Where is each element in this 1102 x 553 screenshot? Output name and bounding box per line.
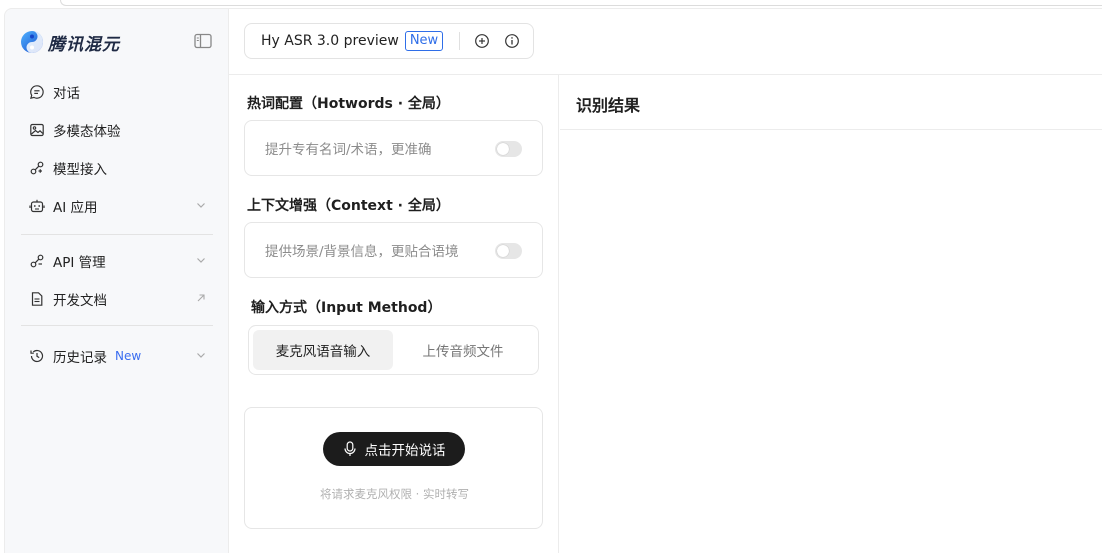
sidebar-item-label: AI 应用: [53, 200, 98, 216]
history-icon: [30, 349, 44, 363]
context-title: 上下文增强（Context · 全局）: [247, 198, 450, 214]
add-circle-icon[interactable]: [474, 33, 490, 49]
sidebar-item-label: API 管理: [53, 255, 106, 271]
sidebar-item-multimodal[interactable]: 多模态体验: [21, 115, 217, 145]
sidebar-item-label: 历史记录: [53, 350, 107, 366]
sidebar-divider: [21, 325, 213, 326]
start-speaking-label: 点击开始说话: [364, 443, 446, 459]
sidebar-item-label: 模型接入: [53, 162, 107, 178]
sidebar-item-label: 多模态体验: [53, 124, 121, 140]
sidebar-item-dev-docs[interactable]: 开发文档: [21, 284, 217, 314]
sidebar: 腾讯混元 对话 多模态体验 模型接入 AI 应用 API 管理 开发文档 历史记…: [4, 8, 229, 553]
browser-top-edge: [60, 0, 1102, 6]
new-badge: New: [115, 349, 142, 363]
config-panel: 热词配置（Hotwords · 全局） 提升专有名词/术语，更准确 上下文增强（…: [229, 74, 559, 553]
context-placeholder: 提供场景/背景信息，更贴合语境: [265, 244, 459, 260]
brand-name: 腾讯混元: [48, 34, 120, 55]
input-method-selector: 麦克风语音输入 上传音频文件: [248, 325, 539, 375]
sidebar-item-model-access[interactable]: 模型接入: [21, 153, 217, 183]
result-divider: [560, 129, 1102, 130]
model-selector[interactable]: Hy ASR 3.0 preview New: [244, 23, 534, 59]
model-access-icon: [30, 161, 44, 175]
api-icon: [30, 254, 44, 268]
model-name: Hy ASR 3.0 preview: [261, 33, 399, 49]
app-window: 腾讯混元 对话 多模态体验 模型接入 AI 应用 API 管理 开发文档 历史记…: [4, 8, 1102, 553]
chevron-down-icon[interactable]: [195, 254, 207, 266]
record-hint: 将请求麦克风权限 · 实时转写: [320, 487, 469, 501]
chat-icon: [30, 85, 44, 100]
external-link-icon[interactable]: [195, 292, 207, 304]
hunyuan-logo-icon: [21, 31, 43, 53]
info-icon[interactable]: [504, 33, 520, 49]
result-title: 识别结果: [576, 96, 641, 115]
sidebar-item-label: 对话: [53, 86, 80, 102]
microphone-icon: [343, 441, 356, 456]
robot-icon: [29, 199, 45, 213]
sidebar-item-chat[interactable]: 对话: [21, 77, 217, 107]
model-bar-separator: [459, 32, 461, 50]
sidebar-item-ai-apps[interactable]: AI 应用: [21, 191, 217, 221]
model-new-badge: New: [404, 31, 444, 51]
record-card: 点击开始说话 将请求麦克风权限 · 实时转写: [244, 407, 543, 529]
document-icon: [31, 292, 43, 306]
input-method-microphone[interactable]: 麦克风语音输入: [253, 330, 393, 370]
context-card[interactable]: 提供场景/背景信息，更贴合语境: [244, 222, 543, 278]
sidebar-item-history[interactable]: 历史记录 New: [21, 341, 217, 371]
start-speaking-button[interactable]: 点击开始说话: [323, 432, 465, 466]
sidebar-divider: [21, 234, 213, 235]
result-panel: 识别结果: [560, 74, 1102, 553]
sidebar-item-label: 开发文档: [53, 293, 107, 309]
hotwords-card[interactable]: 提升专有名词/术语，更准确: [244, 120, 543, 176]
sidebar-item-api-management[interactable]: API 管理: [21, 246, 217, 276]
sidebar-collapse-icon[interactable]: [194, 33, 212, 49]
main-area: Hy ASR 3.0 preview New 热词配置（Hotwords · 全…: [229, 8, 1102, 553]
brand[interactable]: 腾讯混元: [20, 29, 120, 55]
hotwords-toggle[interactable]: [495, 141, 522, 157]
image-icon: [30, 123, 44, 137]
hotwords-placeholder: 提升专有名词/术语，更准确: [265, 142, 432, 158]
chevron-down-icon[interactable]: [195, 349, 207, 361]
input-method-upload[interactable]: 上传音频文件: [393, 330, 533, 370]
context-toggle[interactable]: [495, 243, 522, 259]
hotwords-title: 热词配置（Hotwords · 全局）: [247, 96, 450, 112]
chevron-down-icon[interactable]: [195, 199, 207, 211]
input-method-title: 输入方式（Input Method）: [251, 300, 442, 316]
